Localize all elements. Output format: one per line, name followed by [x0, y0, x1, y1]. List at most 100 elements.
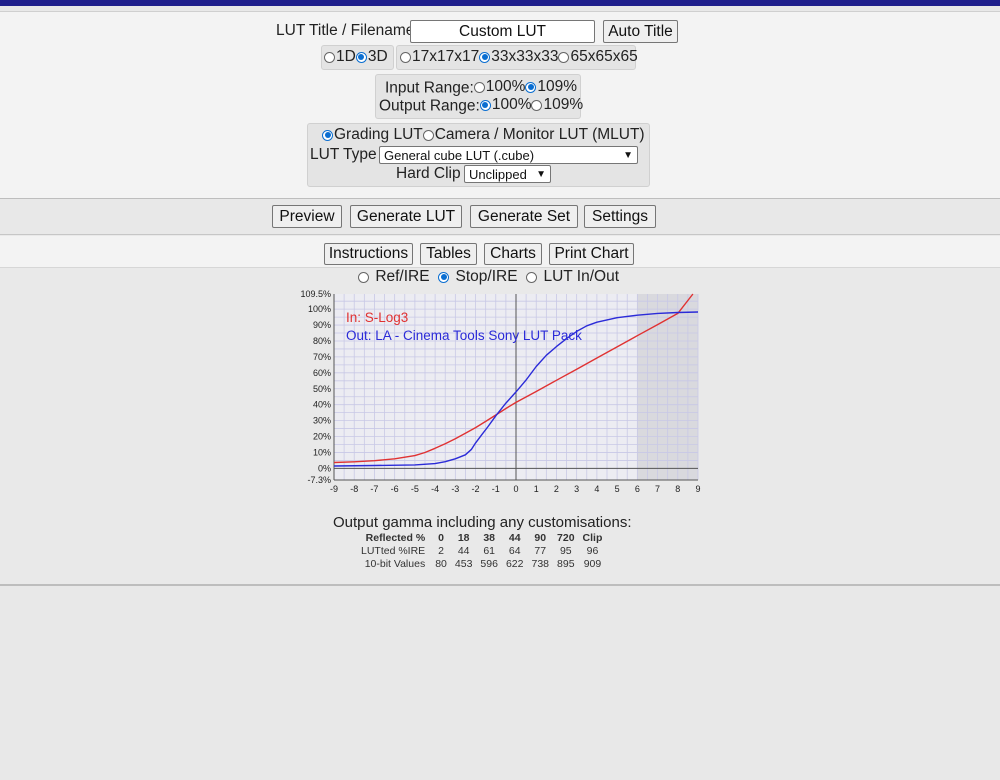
input-range-109-label: 109%	[537, 78, 578, 95]
lut-title-label: LUT Title / Filename	[276, 22, 415, 39]
table-cell: 61	[483, 545, 496, 557]
input-range-label: Input Range:	[385, 79, 474, 97]
chart-mode-ref-ire-option[interactable]: Ref/IRE	[358, 268, 430, 286]
preview-button[interactable]: Preview	[272, 205, 342, 228]
table-cell: 64	[508, 545, 521, 557]
tab-instructions[interactable]: Instructions	[324, 243, 413, 265]
table-cell: 44	[508, 532, 521, 544]
dimension-1d-label: 1D	[336, 48, 356, 65]
lut-title-input[interactable]	[410, 20, 595, 43]
generate-set-button-label: Generate Set	[477, 207, 571, 225]
y-tick-label: 80%	[313, 336, 331, 346]
x-tick-label: 3	[574, 484, 579, 494]
camera-monitor-lut-option[interactable]: Camera / Monitor LUT (MLUT)	[422, 126, 645, 144]
dimension-3d-option[interactable]: 3D	[355, 48, 388, 66]
input-range-row: Input Range: 100% 109%	[385, 78, 577, 98]
camera-monitor-lut-radio[interactable]	[422, 129, 434, 141]
input-range-100-option[interactable]: 100%	[473, 78, 525, 96]
table-cell: 453	[454, 558, 473, 570]
grading-lut-radio[interactable]	[322, 129, 333, 141]
output-range-100-radio[interactable]	[479, 99, 491, 111]
cube-33-label: 33x33x33	[491, 48, 559, 65]
chart-mode-lut-inout-radio[interactable]	[526, 271, 538, 283]
chart-mode-stop-ire-radio[interactable]	[438, 271, 450, 283]
y-tick-labels: 109.5% 100% 90% 80% 70% 60% 50% 40% 30% 20% 10% 0% -…	[300, 289, 331, 485]
x-tick-label: 0	[513, 484, 518, 494]
y-tick-label: 70%	[313, 352, 331, 362]
y-tick-label: 40%	[313, 400, 331, 410]
cube-33-radio[interactable]	[479, 51, 491, 63]
x-tick-label: 8	[675, 484, 680, 494]
output-range-row: Output Range: 100% 109%	[379, 96, 583, 116]
table-cell: 738	[531, 558, 550, 570]
x-tick-label: 1	[534, 484, 539, 494]
cube-65-label: 65x65x65	[570, 48, 638, 65]
cube-65-radio[interactable]	[558, 51, 570, 63]
input-range-109-radio[interactable]	[525, 81, 537, 93]
lut-type-select[interactable]: General cube LUT (.cube) ▼	[379, 146, 638, 164]
dimension-1d-option[interactable]: 1D	[324, 48, 356, 66]
table-cell: 895	[557, 558, 575, 570]
output-range-109-radio[interactable]	[531, 99, 543, 111]
output-range-109-label: 109%	[543, 96, 584, 113]
output-gamma-heading: Output gamma including any customisation…	[333, 514, 632, 531]
table-cell: 77	[534, 545, 547, 557]
table-cell: 0	[438, 532, 444, 544]
dimension-3d-radio[interactable]	[355, 51, 367, 63]
grading-lut-option[interactable]: Grading LUT	[322, 126, 423, 144]
x-tick-label: -2	[472, 484, 480, 494]
y-tick-label: 0%	[318, 463, 331, 473]
chart-mode-stop-ire-label: Stop/IRE	[455, 268, 518, 285]
tab-charts[interactable]: Charts	[484, 243, 542, 265]
x-tick-label: 9	[695, 484, 700, 494]
legend-in-label: In: S-Log3	[346, 310, 408, 325]
dimension-1d-radio[interactable]	[324, 51, 335, 63]
generate-lut-button-label: Generate LUT	[356, 207, 456, 225]
x-tick-label: 7	[655, 484, 660, 494]
top-accent-bar	[0, 0, 1000, 6]
table-cell: 80	[435, 558, 447, 570]
chevron-down-icon: ▼	[623, 150, 633, 161]
chart-mode-ref-ire-label: Ref/IRE	[375, 268, 430, 285]
table-cell: 596	[480, 558, 498, 570]
chart-mode-lut-inout-option[interactable]: LUT In/Out	[526, 268, 619, 286]
y-tick-label: 90%	[313, 320, 331, 330]
cube-17-radio[interactable]	[400, 51, 411, 63]
input-range-100-radio[interactable]	[473, 81, 485, 93]
generate-set-button[interactable]: Generate Set	[470, 205, 578, 228]
grading-lut-label: Grading LUT	[334, 126, 423, 143]
settings-button[interactable]: Settings	[584, 205, 656, 228]
output-range-100-option[interactable]: 100%	[479, 96, 532, 114]
tab-print-chart[interactable]: Print Chart	[549, 243, 634, 265]
x-tick-label: -3	[451, 484, 459, 494]
settings-button-label: Settings	[591, 207, 648, 225]
hard-clip-label: Hard Clip	[396, 165, 461, 182]
lut-type-label: LUT Type	[310, 146, 377, 163]
input-range-109-option[interactable]: 109%	[525, 78, 577, 96]
chart-mode-ref-ire-radio[interactable]	[358, 271, 369, 283]
x-tick-label: -8	[350, 484, 358, 494]
auto-title-label: Auto Title	[608, 22, 673, 40]
x-tick-label: -5	[411, 484, 419, 494]
dimension-options: 1D 3D	[324, 48, 388, 68]
output-range-109-option[interactable]: 109%	[531, 96, 583, 114]
auto-title-button[interactable]: Auto Title	[603, 20, 678, 43]
output-range-100-label: 100%	[491, 96, 532, 113]
stop-ire-chart: 109.5% 100% 90% 80% 70% 60% 50% 40% 30% 20% 10% 0% -…	[300, 289, 700, 494]
x-tick-label: 6	[635, 484, 640, 494]
x-tick-label: 5	[615, 484, 620, 494]
lut-kind-options: Grading LUT Camera / Monitor LUT (MLUT)	[322, 126, 645, 146]
x-tick-label: -4	[431, 484, 439, 494]
generate-lut-button[interactable]: Generate LUT	[350, 205, 462, 228]
chart-mode-stop-ire-option[interactable]: Stop/IRE	[438, 268, 518, 286]
y-tick-label: 60%	[313, 368, 331, 378]
cube-33-option[interactable]: 33x33x33	[479, 48, 558, 66]
cube-65-option[interactable]: 65x65x65	[558, 48, 638, 66]
table-row: Reflected % 0 18 38 44 90 720 Clip	[357, 532, 606, 545]
table-cell: 622	[505, 558, 524, 570]
tab-tables[interactable]: Tables	[420, 243, 477, 265]
tab-instructions-label: Instructions	[328, 245, 409, 262]
table-cell: 95	[559, 545, 572, 557]
cube-17-option[interactable]: 17x17x17	[400, 48, 479, 66]
hard-clip-select[interactable]: Unclipped ▼	[464, 165, 551, 183]
